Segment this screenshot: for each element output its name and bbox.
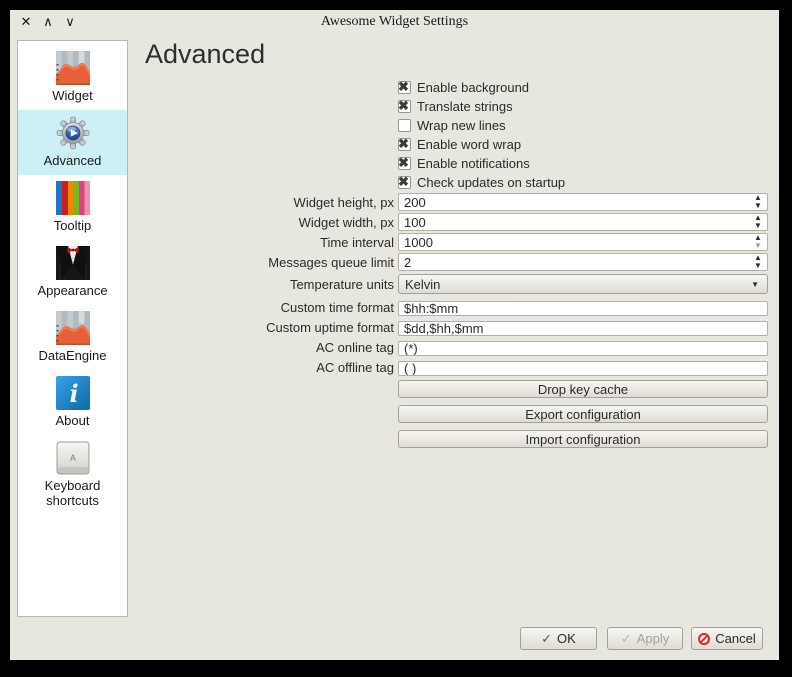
cancel-icon bbox=[698, 633, 710, 645]
checkbox-enable-word-wrap[interactable]: Enable word wrap bbox=[398, 135, 521, 154]
ok-label: OK bbox=[557, 631, 576, 646]
apply-button[interactable]: ✓ Apply bbox=[607, 627, 683, 650]
sidebar-item-label: Advanced bbox=[44, 153, 102, 168]
import-configuration-button[interactable]: Import configuration bbox=[398, 430, 768, 448]
row-ac-offline-tag: AC offline tag bbox=[10, 360, 768, 375]
row-messages-queue-limit: Messages queue limit ▲ ▼ bbox=[10, 253, 768, 271]
custom-time-format-input[interactable] bbox=[398, 301, 768, 316]
apply-label: Apply bbox=[637, 631, 670, 646]
time-interval-spinbox[interactable] bbox=[398, 233, 768, 251]
spinner-arrows: ▲ ▼ bbox=[751, 253, 765, 271]
check-icon: ✓ bbox=[541, 631, 552, 647]
checkbox-label: Wrap new lines bbox=[417, 118, 506, 133]
row-widget-width: Widget width, px ▲ ▼ bbox=[10, 213, 768, 231]
cancel-label: Cancel bbox=[715, 631, 755, 646]
settings-window: ✕ ∧ ∨ Awesome Widget Settings Widge bbox=[10, 10, 779, 660]
field-label: AC online tag bbox=[10, 340, 394, 355]
spin-down-icon[interactable]: ▼ bbox=[754, 262, 762, 270]
checkbox-box[interactable] bbox=[398, 176, 411, 189]
row-temperature-units: Temperature units Kelvin ▼ bbox=[10, 274, 768, 294]
spinner-arrows: ▲ ▼ bbox=[751, 213, 765, 231]
gear-icon bbox=[56, 116, 90, 150]
spinner-arrows: ▲ ▼ bbox=[751, 193, 765, 211]
checkbox-box[interactable] bbox=[398, 138, 411, 151]
widget-icon bbox=[56, 51, 90, 85]
checkbox-box[interactable] bbox=[398, 157, 411, 170]
field-label: Widget height, px bbox=[10, 193, 394, 211]
field-label: Custom uptime format bbox=[10, 320, 394, 335]
check-icon: ✓ bbox=[621, 631, 632, 647]
row-export-configuration: Export configuration bbox=[10, 405, 768, 423]
sidebar-item-widget[interactable]: Widget bbox=[18, 45, 127, 110]
checkbox-enable-notifications[interactable]: Enable notifications bbox=[398, 154, 530, 173]
cancel-button[interactable]: Cancel bbox=[691, 627, 763, 650]
spin-down-icon[interactable]: ▼ bbox=[754, 202, 762, 210]
messages-queue-limit-spinbox[interactable] bbox=[398, 253, 768, 271]
ac-online-tag-input[interactable] bbox=[398, 341, 768, 356]
chevron-down-icon: ▼ bbox=[751, 280, 759, 289]
field-label: Messages queue limit bbox=[10, 253, 394, 271]
row-time-interval: Time interval ▲ ▼ bbox=[10, 233, 768, 251]
field-label: Custom time format bbox=[10, 300, 394, 315]
temperature-units-dropdown[interactable]: Kelvin ▼ bbox=[398, 274, 768, 294]
dropdown-value: Kelvin bbox=[405, 277, 440, 292]
ok-button[interactable]: ✓ OK bbox=[520, 627, 597, 650]
window-title: Awesome Widget Settings bbox=[10, 14, 779, 30]
export-configuration-button[interactable]: Export configuration bbox=[398, 405, 768, 423]
checkbox-label: Enable word wrap bbox=[417, 137, 521, 152]
sidebar-item-label: Keyboard shortcuts bbox=[20, 478, 125, 508]
row-custom-time-format: Custom time format bbox=[10, 300, 768, 315]
checkbox-box[interactable] bbox=[398, 81, 411, 94]
field-label: Time interval bbox=[10, 233, 394, 251]
spin-down-icon[interactable]: ▼ bbox=[754, 242, 762, 250]
widget-height-spinbox[interactable] bbox=[398, 193, 768, 211]
spin-down-icon[interactable]: ▼ bbox=[754, 222, 762, 230]
sidebar-item-label: Widget bbox=[52, 88, 92, 103]
row-import-configuration: Import configuration bbox=[10, 430, 768, 448]
checkbox-label: Enable background bbox=[417, 80, 529, 95]
checkbox-wrap-new-lines[interactable]: Wrap new lines bbox=[398, 116, 506, 135]
checkbox-box[interactable] bbox=[398, 100, 411, 113]
checkbox-box[interactable] bbox=[398, 119, 411, 132]
row-widget-height: Widget height, px ▲ ▼ bbox=[10, 193, 768, 211]
titlebar: ✕ ∧ ∨ Awesome Widget Settings bbox=[10, 10, 779, 36]
checkbox-label: Enable notifications bbox=[417, 156, 530, 171]
row-custom-uptime-format: Custom uptime format bbox=[10, 320, 768, 335]
row-ac-online-tag: AC online tag bbox=[10, 340, 768, 355]
checkbox-translate-strings[interactable]: Translate strings bbox=[398, 97, 513, 116]
field-label: Temperature units bbox=[10, 274, 394, 294]
sidebar-item-advanced[interactable]: Advanced bbox=[18, 110, 127, 175]
ac-offline-tag-input[interactable] bbox=[398, 361, 768, 376]
custom-uptime-format-input[interactable] bbox=[398, 321, 768, 336]
page-title: Advanced bbox=[145, 38, 265, 70]
checkbox-enable-background[interactable]: Enable background bbox=[398, 78, 529, 97]
field-label: Widget width, px bbox=[10, 213, 394, 231]
spinner-arrows: ▲ ▼ bbox=[751, 233, 765, 251]
drop-key-cache-button[interactable]: Drop key cache bbox=[398, 380, 768, 398]
field-label: AC offline tag bbox=[10, 360, 394, 375]
checkbox-check-updates[interactable]: Check updates on startup bbox=[398, 173, 565, 192]
checkbox-label: Translate strings bbox=[417, 99, 513, 114]
svg-text:A: A bbox=[69, 453, 75, 463]
widget-width-spinbox[interactable] bbox=[398, 213, 768, 231]
row-drop-key-cache: Drop key cache bbox=[10, 380, 768, 398]
checkbox-label: Check updates on startup bbox=[417, 175, 565, 190]
